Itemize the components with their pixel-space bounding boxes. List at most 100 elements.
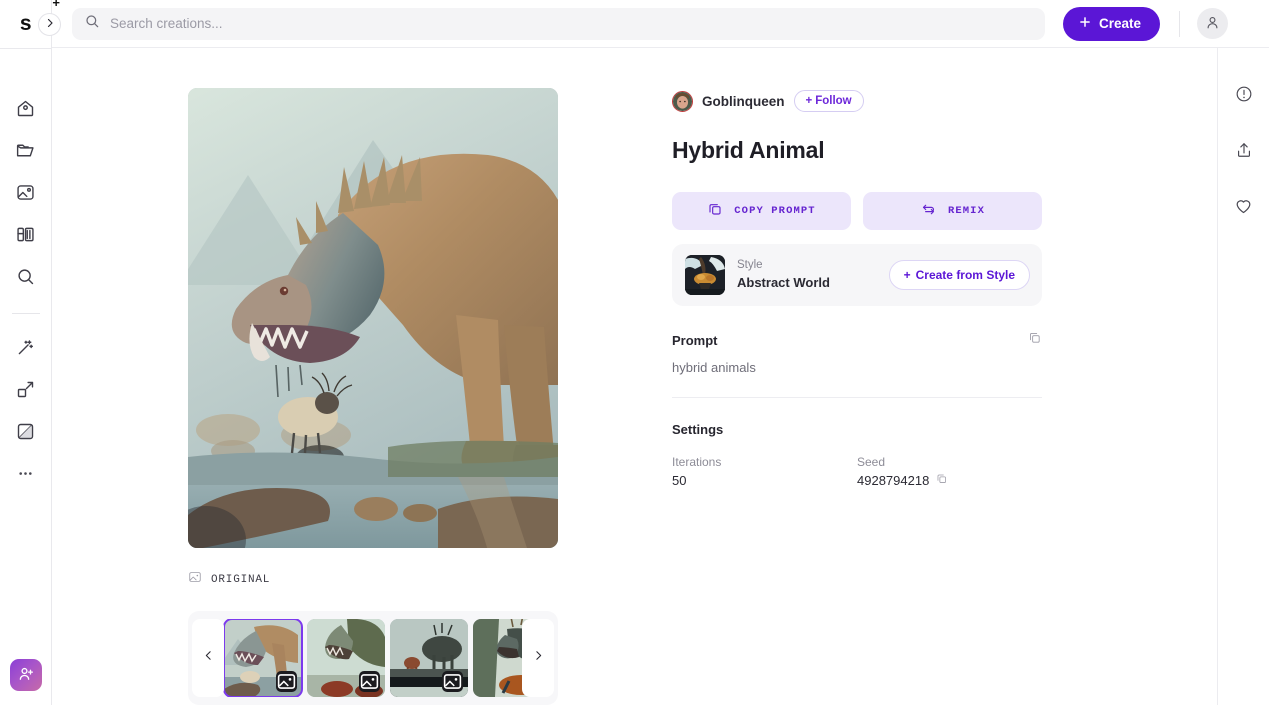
author-avatar-image <box>673 91 692 111</box>
report-button[interactable] <box>1228 80 1260 112</box>
media-column: ORIGINAL <box>52 88 672 705</box>
prompt-text: hybrid animals <box>672 360 756 375</box>
folder-icon <box>15 140 36 161</box>
sidebar-item-more[interactable] <box>9 456 43 490</box>
create-from-style-label: Create from Style <box>915 268 1015 282</box>
follow-button[interactable]: + Follow <box>793 90 864 112</box>
style-thumbnail-artwork <box>685 255 725 295</box>
prompt-heading: Prompt <box>672 332 718 348</box>
author-row: Goblinqueen + Follow <box>672 88 1042 114</box>
sidebar-item-creations[interactable] <box>9 175 43 209</box>
style-card[interactable]: Style Abstract World + Create from Style <box>672 244 1042 306</box>
sidebar-item-styles[interactable] <box>9 217 43 251</box>
like-button[interactable] <box>1228 192 1260 224</box>
copy-prompt-button[interactable]: COPY PROMPT <box>672 192 851 230</box>
plus-icon: + <box>805 95 813 107</box>
sidebar-item-upscale[interactable] <box>9 372 43 406</box>
prompt-header: Prompt <box>672 330 1042 350</box>
right-rail <box>1217 48 1269 705</box>
heart-icon <box>1233 195 1254 221</box>
thumbnail-strip <box>188 611 558 705</box>
thumbnail-2-type-badge <box>359 671 380 692</box>
main-column: Create <box>52 0 1269 705</box>
setting-seed-value: 4928794218 <box>857 471 1042 491</box>
upscale-icon <box>15 379 36 400</box>
topbar-divider <box>1179 10 1181 37</box>
settings-heading: Settings <box>672 422 724 437</box>
style-meta: Style Abstract World <box>737 258 877 291</box>
more-icon <box>15 463 36 484</box>
search-box[interactable] <box>72 7 1045 40</box>
sidebar-item-explore[interactable] <box>9 259 43 293</box>
sidebar-item-home[interactable] <box>9 91 43 125</box>
chevron-right-icon <box>532 649 545 667</box>
setting-seed-text: 4928794218 <box>857 473 930 488</box>
original-label: ORIGINAL <box>211 573 271 586</box>
chevron-left-icon <box>202 649 215 667</box>
styles-icon <box>15 224 36 245</box>
thumbnail-1-type-badge <box>276 671 297 692</box>
prompt-section: Prompt hybrid animals <box>672 330 1042 375</box>
copy-icon <box>707 201 723 221</box>
user-icon <box>1204 14 1221 34</box>
style-thumbnail <box>685 255 725 295</box>
page-title: Hybrid Animal <box>672 137 825 163</box>
home-icon <box>15 98 36 119</box>
detail-layout: ORIGINAL Goblinqueen + Follow Hybrid Ani… <box>52 48 1217 705</box>
original-badge: ORIGINAL <box>188 570 558 589</box>
top-bar: Create <box>52 0 1269 48</box>
logo-letter: s <box>19 12 32 35</box>
thumbnail-next-button[interactable] <box>522 619 554 697</box>
image-icon <box>188 570 202 589</box>
chevron-right-icon <box>44 16 56 34</box>
author-name: Goblinqueen <box>702 93 785 109</box>
copy-prompt-icon[interactable] <box>1027 330 1042 350</box>
sidebar-section-divider <box>11 313 40 314</box>
hero-image[interactable] <box>188 88 558 548</box>
thumbnail-3[interactable] <box>390 619 468 697</box>
sidebar-nav-list <box>9 49 43 498</box>
remix-button[interactable]: REMIX <box>863 192 1042 230</box>
create-button[interactable]: Create <box>1063 6 1161 41</box>
style-kicker: Style <box>737 259 763 272</box>
content-area: ORIGINAL Goblinqueen + Follow Hybrid Ani… <box>52 48 1269 705</box>
search-icon <box>15 266 36 287</box>
logo-superscript: + <box>52 0 60 10</box>
left-sidebar: s + <box>0 0 60 705</box>
search-input[interactable] <box>110 16 1033 31</box>
settings-grid: Iterations 50 Seed 4928794218 <box>672 453 1042 491</box>
add-user-icon <box>17 665 35 686</box>
account-avatar-button[interactable] <box>1197 8 1229 39</box>
setting-iterations-label: Iterations <box>672 455 722 469</box>
thumbnail-3-type-badge <box>442 671 463 692</box>
follow-button-label: Follow <box>815 95 852 107</box>
sidebar-footer <box>9 659 42 691</box>
create-from-style-button[interactable]: + Create from Style <box>888 260 1030 290</box>
settings-section: Settings Iterations 50 Seed 4928794218 <box>672 422 1042 491</box>
thumbnail-track <box>188 619 558 697</box>
sidebar-item-projects[interactable] <box>9 133 43 167</box>
invite-button[interactable] <box>9 659 42 691</box>
copy-prompt-label: COPY PROMPT <box>734 205 816 217</box>
section-divider <box>672 397 1042 398</box>
setting-iterations: Iterations 50 <box>672 453 857 491</box>
thumbnail-1[interactable] <box>223 619 303 697</box>
report-icon <box>1234 84 1254 109</box>
image-icon <box>15 182 36 203</box>
sidebar-item-enhance[interactable] <box>9 330 43 364</box>
remix-icon <box>920 201 937 222</box>
setting-seed: Seed 4928794218 <box>857 453 1042 491</box>
share-button[interactable] <box>1228 136 1260 168</box>
thumbnail-prev-button[interactable] <box>192 619 224 697</box>
copy-seed-icon[interactable] <box>935 471 948 491</box>
sidebar-item-background[interactable] <box>9 414 43 448</box>
app-root: s + Search creations... Create ORIGINAL … <box>0 0 1269 705</box>
thumbnail-2[interactable] <box>307 619 385 697</box>
plus-icon: + <box>903 268 911 282</box>
sidebar-collapse-toggle[interactable] <box>38 13 61 36</box>
author-avatar[interactable] <box>672 90 693 112</box>
action-buttons: COPY PROMPT REMIX <box>672 192 1042 230</box>
hero-artwork <box>188 88 558 548</box>
setting-seed-label: Seed <box>857 455 886 469</box>
create-button-label: Create <box>1099 16 1142 31</box>
